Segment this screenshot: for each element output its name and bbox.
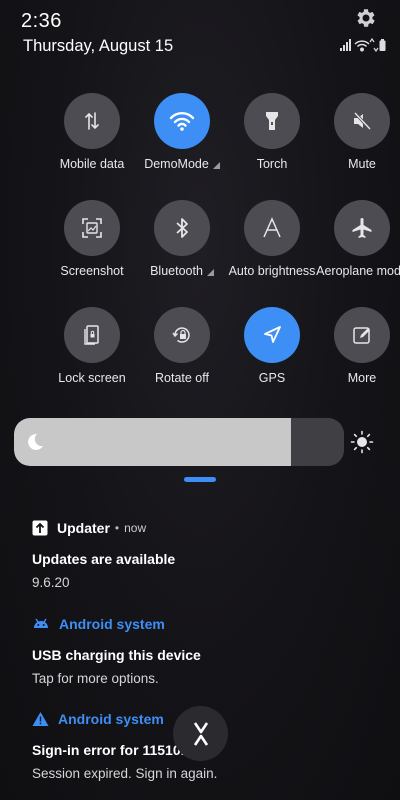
status-bar: 2:36 Thursday, August 15 [0, 0, 400, 60]
tile-label: Bluetooth [131, 264, 233, 278]
tile-more-toggle[interactable] [334, 307, 390, 363]
expand-corner-icon [206, 269, 214, 276]
tile-lock-screen-toggle[interactable] [64, 307, 120, 363]
notification-usb[interactable]: Android system USB charging this device … [32, 613, 372, 686]
notification-text: Session expired. Sign in again. [32, 766, 218, 781]
battery-icon [379, 39, 386, 51]
notification-title: USB charging this device [32, 647, 201, 663]
separator-dot: • [114, 521, 120, 535]
tile-rotate[interactable]: Rotate off [137, 307, 227, 407]
airplane-icon [352, 218, 372, 238]
tile-bluetooth[interactable]: Bluetooth [137, 200, 227, 300]
edit-icon [353, 327, 370, 344]
signal-icon [340, 39, 351, 51]
tile-label: Mute [348, 157, 376, 171]
collapse-expand-icon [193, 721, 208, 746]
notification-app-name: Android system [59, 616, 165, 632]
tile-label: Torch [256, 157, 288, 171]
upload-arrow-icon [32, 520, 48, 536]
tile-label: Aeroplane mode [316, 264, 400, 278]
notification-updater[interactable]: Updater • now Updates are available 9.6.… [32, 517, 372, 590]
panel-drag-handle[interactable] [184, 477, 216, 482]
location-arrow-icon [264, 326, 281, 343]
tile-auto-brightness[interactable]: Auto brightness [227, 200, 317, 300]
gear-icon[interactable] [354, 6, 378, 30]
tile-label: More [347, 371, 377, 385]
data-transfer-icon [85, 112, 99, 130]
tile-mobile-data[interactable]: Mobile data [47, 93, 137, 193]
tile-more[interactable]: More [317, 307, 400, 407]
tile-label: GPS [258, 371, 286, 385]
warning-icon [32, 712, 49, 726]
tile-label: DemoMode [131, 157, 233, 171]
tile-screenshot-toggle[interactable] [64, 200, 120, 256]
flashlight-icon [266, 112, 278, 130]
tile-lock-screen[interactable]: Lock screen [47, 307, 137, 407]
android-icon [34, 618, 48, 628]
system-status-icons [340, 38, 386, 52]
wifi-status-icon [354, 40, 370, 52]
notification-time: now [124, 521, 147, 535]
tile-mobile-data-toggle[interactable] [64, 93, 120, 149]
tile-label: Mobile data [59, 157, 125, 171]
tile-label: Screenshot [60, 264, 124, 278]
tile-bluetooth-toggle[interactable] [154, 200, 210, 256]
notification-text: Tap for more options. [32, 671, 159, 686]
tile-torch[interactable]: Torch [227, 93, 317, 193]
tile-label: Auto brightness [228, 264, 316, 278]
brightness-slider-fill[interactable] [14, 418, 292, 466]
tile-label: Lock screen [58, 371, 126, 385]
tile-auto-brightness-toggle[interactable] [244, 200, 300, 256]
notification-app-name: Android system [58, 711, 164, 727]
tile-torch-toggle[interactable] [244, 93, 300, 149]
tile-mute-toggle[interactable] [334, 93, 390, 149]
expand-corner-icon [212, 162, 220, 169]
notification-header: Updater • now [32, 517, 372, 539]
floating-action-button[interactable] [173, 706, 228, 761]
moon-icon [28, 433, 43, 450]
rotate-lock-icon [172, 327, 190, 343]
tile-label: Rotate off [155, 371, 209, 385]
screenshot-icon [82, 218, 102, 238]
tile-rotate-toggle[interactable] [154, 307, 210, 363]
tile-wifi[interactable]: DemoMode [137, 93, 227, 193]
lock-screen-icon [84, 325, 99, 345]
wifi-icon [169, 112, 195, 131]
tile-wifi-toggle[interactable] [154, 93, 210, 149]
tile-gps-toggle[interactable] [244, 307, 300, 363]
tile-gps[interactable]: GPS [227, 307, 317, 407]
speaker-muted-icon [353, 111, 372, 131]
tile-aeroplane-mode[interactable]: Aeroplane mode [316, 200, 400, 300]
brightness-slider[interactable] [14, 418, 344, 466]
tile-screenshot[interactable]: Screenshot [47, 200, 137, 300]
data-arrows-icon [369, 38, 379, 52]
notification-text: 9.6.20 [32, 575, 70, 590]
notification-header: Android system [32, 613, 372, 635]
sun-icon[interactable] [350, 430, 374, 454]
clock: 2:36 [21, 10, 62, 32]
notification-app-name: Updater [57, 520, 110, 536]
bluetooth-icon [176, 218, 188, 238]
auto-brightness-icon [263, 217, 281, 238]
notification-title: Updates are available [32, 551, 176, 567]
tile-mute[interactable]: Mute [317, 93, 400, 193]
tile-aeroplane-mode-toggle[interactable] [334, 200, 390, 256]
date[interactable]: Thursday, August 15 [23, 37, 173, 56]
